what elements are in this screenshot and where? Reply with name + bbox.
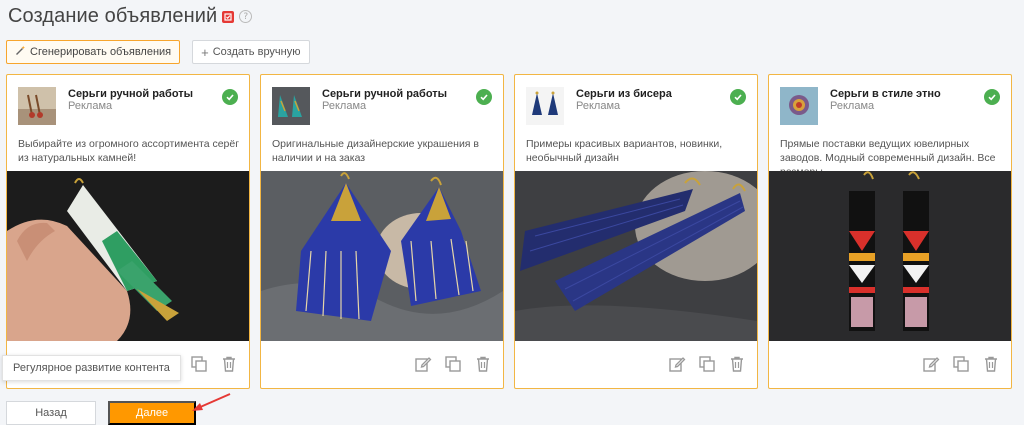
back-button[interactable]: Назад <box>6 401 96 425</box>
ad-subtitle: Реклама <box>68 100 113 112</box>
ad-card-header: Серьги в стиле этно Реклама <box>780 87 1000 127</box>
ad-thumbnail <box>272 87 310 125</box>
ad-card-actions <box>921 354 1001 374</box>
trash-icon[interactable] <box>727 354 747 374</box>
edit-icon[interactable] <box>413 354 433 374</box>
page-header: Создание объявлений ? <box>8 5 253 28</box>
approved-check-icon <box>730 89 746 105</box>
ad-subtitle: Реклама <box>830 100 875 112</box>
create-manually-label: Создать вручную <box>212 46 301 58</box>
ad-subtitle: Реклама <box>322 100 367 112</box>
ad-title: Серьги из бисера <box>576 88 672 100</box>
magic-wand-icon <box>15 45 26 59</box>
plus-icon: + <box>201 44 209 60</box>
annotation-arrow-icon <box>190 392 232 419</box>
copy-icon[interactable] <box>697 354 717 374</box>
ad-thumbnail <box>526 87 564 125</box>
ad-image <box>769 171 1011 341</box>
approved-check-icon <box>222 89 238 105</box>
ad-card[interactable]: Серьги из бисера Реклама Примеры красивы… <box>514 74 758 389</box>
approved-check-icon <box>476 89 492 105</box>
ad-subtitle: Реклама <box>576 100 621 112</box>
ad-thumbnail <box>780 87 818 125</box>
ad-image <box>261 171 503 341</box>
ad-description: Выбирайте из огромного ассортимента серё… <box>18 138 240 164</box>
generate-ads-label: Сгенерировать объявления <box>30 46 172 58</box>
next-button[interactable]: Далее <box>108 401 196 425</box>
ad-title: Серьги в стиле этно <box>830 88 941 100</box>
copy-icon[interactable] <box>443 354 463 374</box>
help-icon[interactable]: ? <box>239 10 253 23</box>
tooltip: Регулярное развитие контента <box>2 355 181 381</box>
page-title: Создание объявлений <box>8 5 218 27</box>
generate-ads-button[interactable]: Сгенерировать объявления <box>6 40 181 64</box>
trash-icon[interactable] <box>219 354 239 374</box>
ad-card-header: Серьги ручной работы Реклама <box>18 87 238 127</box>
ad-card[interactable]: Серьги в стиле этно Реклама Прямые поста… <box>768 74 1012 389</box>
trash-icon[interactable] <box>473 354 493 374</box>
ad-title: Серьги ручной работы <box>322 88 448 100</box>
create-manually-button[interactable]: + Создать вручную <box>192 40 310 64</box>
ad-thumbnail <box>18 87 56 125</box>
ad-card-actions <box>667 354 747 374</box>
ad-image <box>515 171 757 341</box>
ad-card-header: Серьги из бисера Реклама <box>526 87 746 127</box>
edit-icon[interactable] <box>667 354 687 374</box>
edit-icon[interactable] <box>921 354 941 374</box>
ad-title: Серьги ручной работы <box>68 88 194 100</box>
brand-badge-icon <box>222 10 235 23</box>
copy-icon[interactable] <box>951 354 971 374</box>
ad-card[interactable]: Серьги ручной работы Реклама Оригинальны… <box>260 74 504 389</box>
ad-description: Примеры красивых вариантов, новинки, нео… <box>526 138 723 164</box>
ad-card-actions <box>413 354 493 374</box>
toolbar: Сгенерировать объявления + Создать вручн… <box>6 40 310 64</box>
trash-icon[interactable] <box>981 354 1001 374</box>
ad-card-header: Серьги ручной работы Реклама <box>272 87 492 127</box>
ad-description: Оригинальные дизайнерские украшения в на… <box>272 138 479 164</box>
approved-check-icon <box>984 89 1000 105</box>
ad-card[interactable]: Серьги ручной работы Реклама Выбирайте и… <box>6 74 250 389</box>
copy-icon[interactable] <box>189 354 209 374</box>
ad-image <box>7 171 249 341</box>
